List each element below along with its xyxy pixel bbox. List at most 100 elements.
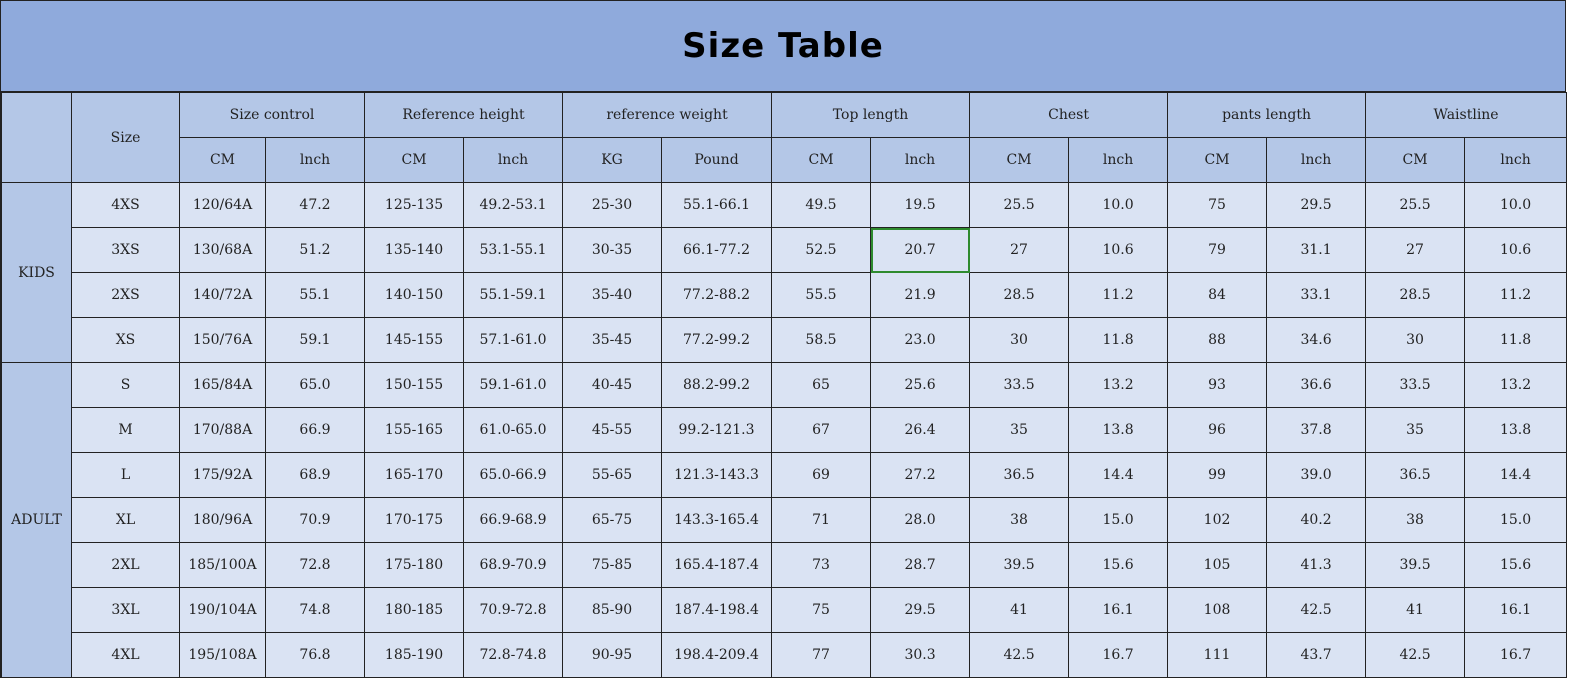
table-cell[interactable]: 52.5: [771, 227, 872, 273]
table-cell[interactable]: 37.8: [1266, 407, 1367, 453]
table-cell[interactable]: 47.2: [264, 182, 366, 228]
table-cell[interactable]: 10.6: [1464, 227, 1568, 273]
table-cell[interactable]: 72.8: [264, 542, 366, 588]
table-cell[interactable]: 65.0: [264, 362, 366, 408]
table-cell[interactable]: 66.9-68.9: [463, 497, 564, 543]
table-cell[interactable]: 13.8: [1068, 407, 1169, 453]
table-cell[interactable]: 165/84A: [179, 362, 266, 408]
table-cell[interactable]: 108: [1167, 587, 1268, 633]
table-cell[interactable]: 25.5: [1365, 182, 1466, 228]
table-cell[interactable]: 42.5: [969, 632, 1070, 678]
size-cell[interactable]: XS: [71, 317, 180, 363]
unit-header[interactable]: lnch: [870, 137, 971, 183]
table-cell[interactable]: 55.1: [264, 272, 366, 318]
table-cell[interactable]: 35-40: [562, 272, 663, 318]
table-cell[interactable]: 73: [771, 542, 872, 588]
table-cell[interactable]: 61.0-65.0: [463, 407, 564, 453]
group-header-pants-length[interactable]: pants length: [1167, 92, 1367, 138]
table-cell[interactable]: 72.8-74.8: [463, 632, 564, 678]
table-cell[interactable]: 175-180: [364, 542, 465, 588]
table-cell[interactable]: 59.1: [264, 317, 366, 363]
table-cell[interactable]: 70.9-72.8: [463, 587, 564, 633]
table-cell[interactable]: 40.2: [1266, 497, 1367, 543]
table-cell[interactable]: 195/108A: [179, 632, 266, 678]
table-cell[interactable]: 66.1-77.2: [661, 227, 773, 273]
table-cell[interactable]: 180-185: [364, 587, 465, 633]
table-cell[interactable]: 77.2-99.2: [661, 317, 773, 363]
table-cell[interactable]: 140/72A: [179, 272, 266, 318]
size-cell[interactable]: XL: [71, 497, 180, 543]
table-cell[interactable]: 33.5: [969, 362, 1070, 408]
table-cell[interactable]: 165.4-187.4: [661, 542, 773, 588]
table-cell[interactable]: 11.8: [1464, 317, 1568, 363]
table-cell[interactable]: 10.0: [1464, 182, 1568, 228]
table-cell[interactable]: 15.6: [1068, 542, 1169, 588]
table-cell[interactable]: 77.2-88.2: [661, 272, 773, 318]
group-header-reference-weight[interactable]: reference weight: [562, 92, 773, 138]
table-cell[interactable]: 10.6: [1068, 227, 1169, 273]
table-cell[interactable]: 49.2-53.1: [463, 182, 564, 228]
table-cell[interactable]: 39.5: [969, 542, 1070, 588]
table-cell[interactable]: 165-170: [364, 452, 465, 498]
table-cell[interactable]: 13.8: [1464, 407, 1568, 453]
table-cell[interactable]: 14.4: [1464, 452, 1568, 498]
unit-header[interactable]: CM: [179, 137, 266, 183]
table-cell[interactable]: 19.5: [870, 182, 971, 228]
table-cell[interactable]: 11.2: [1068, 272, 1169, 318]
table-cell[interactable]: 187.4-198.4: [661, 587, 773, 633]
unit-header[interactable]: CM: [1167, 137, 1268, 183]
table-cell[interactable]: 16.1: [1068, 587, 1169, 633]
table-cell[interactable]: 38: [1365, 497, 1466, 543]
size-cell[interactable]: 2XS: [71, 272, 180, 318]
table-cell[interactable]: 15.0: [1464, 497, 1568, 543]
table-cell[interactable]: 30.3: [870, 632, 971, 678]
table-cell[interactable]: 11.2: [1464, 272, 1568, 318]
table-cell[interactable]: 88: [1167, 317, 1268, 363]
table-cell[interactable]: 59.1-61.0: [463, 362, 564, 408]
table-cell[interactable]: 143.3-165.4: [661, 497, 773, 543]
table-cell[interactable]: 77: [771, 632, 872, 678]
size-cell[interactable]: 3XS: [71, 227, 180, 273]
table-cell[interactable]: 185/100A: [179, 542, 266, 588]
table-cell[interactable]: 11.8: [1068, 317, 1169, 363]
table-cell[interactable]: 41.3: [1266, 542, 1367, 588]
table-cell[interactable]: 85-90: [562, 587, 663, 633]
table-cell[interactable]: 42.5: [1266, 587, 1367, 633]
table-cell[interactable]: 41: [969, 587, 1070, 633]
table-cell[interactable]: 96: [1167, 407, 1268, 453]
table-cell[interactable]: 30: [1365, 317, 1466, 363]
table-cell[interactable]: 55.5: [771, 272, 872, 318]
table-cell[interactable]: 27: [1365, 227, 1466, 273]
table-cell[interactable]: 111: [1167, 632, 1268, 678]
table-cell[interactable]: 10.0: [1068, 182, 1169, 228]
table-cell[interactable]: 198.4-209.4: [661, 632, 773, 678]
unit-header[interactable]: lnch: [1464, 137, 1568, 183]
table-cell[interactable]: 69: [771, 452, 872, 498]
size-cell[interactable]: 2XL: [71, 542, 180, 588]
table-cell[interactable]: 185-190: [364, 632, 465, 678]
table-cell[interactable]: 145-155: [364, 317, 465, 363]
table-cell[interactable]: 102: [1167, 497, 1268, 543]
table-cell[interactable]: 16.7: [1464, 632, 1568, 678]
table-cell[interactable]: 43.7: [1266, 632, 1367, 678]
table-cell[interactable]: 14.4: [1068, 452, 1169, 498]
table-cell[interactable]: 35: [969, 407, 1070, 453]
table-cell[interactable]: 93: [1167, 362, 1268, 408]
table-cell[interactable]: 28.7: [870, 542, 971, 588]
table-cell[interactable]: 79: [1167, 227, 1268, 273]
table-cell[interactable]: 25.6: [870, 362, 971, 408]
table-cell[interactable]: 51.2: [264, 227, 366, 273]
table-cell[interactable]: 31.1: [1266, 227, 1367, 273]
table-cell[interactable]: 35: [1365, 407, 1466, 453]
table-cell[interactable]: 25.5: [969, 182, 1070, 228]
size-cell[interactable]: L: [71, 452, 180, 498]
table-cell[interactable]: 21.9: [870, 272, 971, 318]
table-cell[interactable]: 45-55: [562, 407, 663, 453]
table-cell[interactable]: 65-75: [562, 497, 663, 543]
size-cell[interactable]: M: [71, 407, 180, 453]
table-cell[interactable]: 76.8: [264, 632, 366, 678]
table-cell[interactable]: 15.0: [1068, 497, 1169, 543]
table-cell[interactable]: 99: [1167, 452, 1268, 498]
group-header-reference-height[interactable]: Reference height: [364, 92, 564, 138]
table-cell[interactable]: 105: [1167, 542, 1268, 588]
